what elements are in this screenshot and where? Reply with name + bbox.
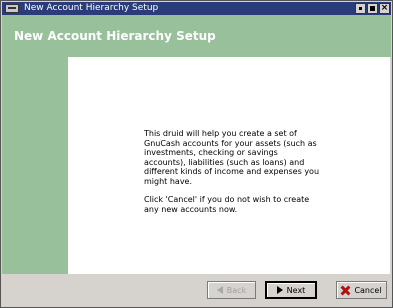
window-title: New Account Hierarchy Setup	[24, 3, 159, 13]
arrow-left-icon	[216, 286, 223, 294]
back-button-label: Back	[226, 285, 247, 295]
app-icon[interactable]	[5, 4, 19, 13]
cancel-button-label: Cancel	[354, 285, 382, 295]
druid-window: New Account Hierarchy Setup × New Accoun…	[0, 0, 393, 308]
cancel-x-icon	[341, 286, 350, 295]
cancel-hint-paragraph: Click 'Cancel' if you do not wish to cre…	[144, 195, 310, 214]
next-button-label: Next	[286, 285, 306, 295]
title-bar[interactable]: New Account Hierarchy Setup ×	[2, 2, 391, 15]
page-title: New Account Hierarchy Setup	[14, 29, 216, 43]
arrow-right-icon	[276, 286, 283, 294]
maximize-icon[interactable]	[367, 3, 378, 14]
back-button[interactable]: Back	[207, 281, 256, 299]
cancel-button[interactable]: Cancel	[336, 281, 387, 299]
close-icon[interactable]: ×	[379, 3, 390, 14]
content-panel: This druid will help you create a set of…	[68, 57, 390, 274]
minimize-icon[interactable]	[355, 3, 366, 14]
side-band	[2, 55, 68, 274]
next-button[interactable]: Next	[265, 281, 317, 299]
instructions: This druid will help you create a set of…	[144, 129, 319, 223]
intro-paragraph: This druid will help you create a set of…	[144, 129, 320, 186]
druid-header: New Account Hierarchy Setup	[2, 15, 391, 55]
